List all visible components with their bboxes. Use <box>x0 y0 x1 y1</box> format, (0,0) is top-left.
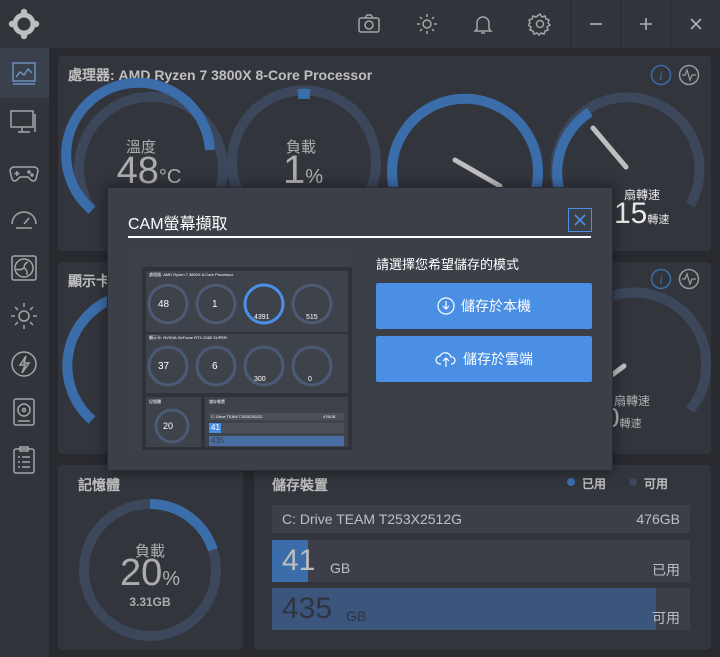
download-icon <box>437 297 455 315</box>
cpu-fan-unit: 轉速 <box>647 214 670 226</box>
preview-cpu-clock: 4391 <box>254 314 270 321</box>
save-local-button[interactable]: 儲存於本機 <box>376 283 592 329</box>
save-cloud-label: 儲存於雲端 <box>463 351 533 367</box>
cpu-fan-readout: 15轉速 <box>614 197 669 231</box>
cloud-upload-icon <box>435 352 456 367</box>
modal-prompt: 請選擇您希望儲存的模式 <box>376 257 520 272</box>
preview-gpu-clock: 300 <box>254 376 266 383</box>
preview-storage-title: 儲存裝置 <box>209 399 225 404</box>
preview-gpu-fan: 0 <box>308 376 312 383</box>
modal-title-underline <box>128 236 591 238</box>
close-icon <box>574 214 586 226</box>
modal-close-button[interactable] <box>568 208 592 232</box>
preview-mem-title: 記憶體 <box>149 399 161 404</box>
save-local-label: 儲存於本機 <box>461 298 531 314</box>
screenshot-preview: 處理器: AMD Ryzen 7 3800X 8-Core Processor … <box>128 252 352 450</box>
preview-drive-name: C: Drive TEAM T253X2512G <box>211 414 263 419</box>
preview-gpu-temp: 37 <box>158 361 170 372</box>
preview-cpu-temp: 48 <box>158 299 170 310</box>
preview-gpu-load: 6 <box>212 361 218 372</box>
preview-drive-size: 476GB <box>323 414 336 419</box>
modal-title: CAM螢幕擷取 <box>128 216 228 233</box>
preview-mem-load: 20 <box>163 421 174 431</box>
screenshot-modal: CAM螢幕擷取 處理器: AMD Ryzen 7 3800X 8-Core Pr… <box>107 187 613 471</box>
app-window: 處理器: AMD Ryzen 7 3800X 8-Core Processor … <box>0 0 720 657</box>
save-cloud-button[interactable]: 儲存於雲端 <box>376 336 592 382</box>
preview-used: 41 <box>211 423 220 432</box>
preview-cpu-fan: 515 <box>306 314 318 321</box>
preview-free: 435 <box>211 436 225 445</box>
cpu-fan-value: 15 <box>614 197 648 230</box>
preview-cpu-load: 1 <box>212 299 218 310</box>
